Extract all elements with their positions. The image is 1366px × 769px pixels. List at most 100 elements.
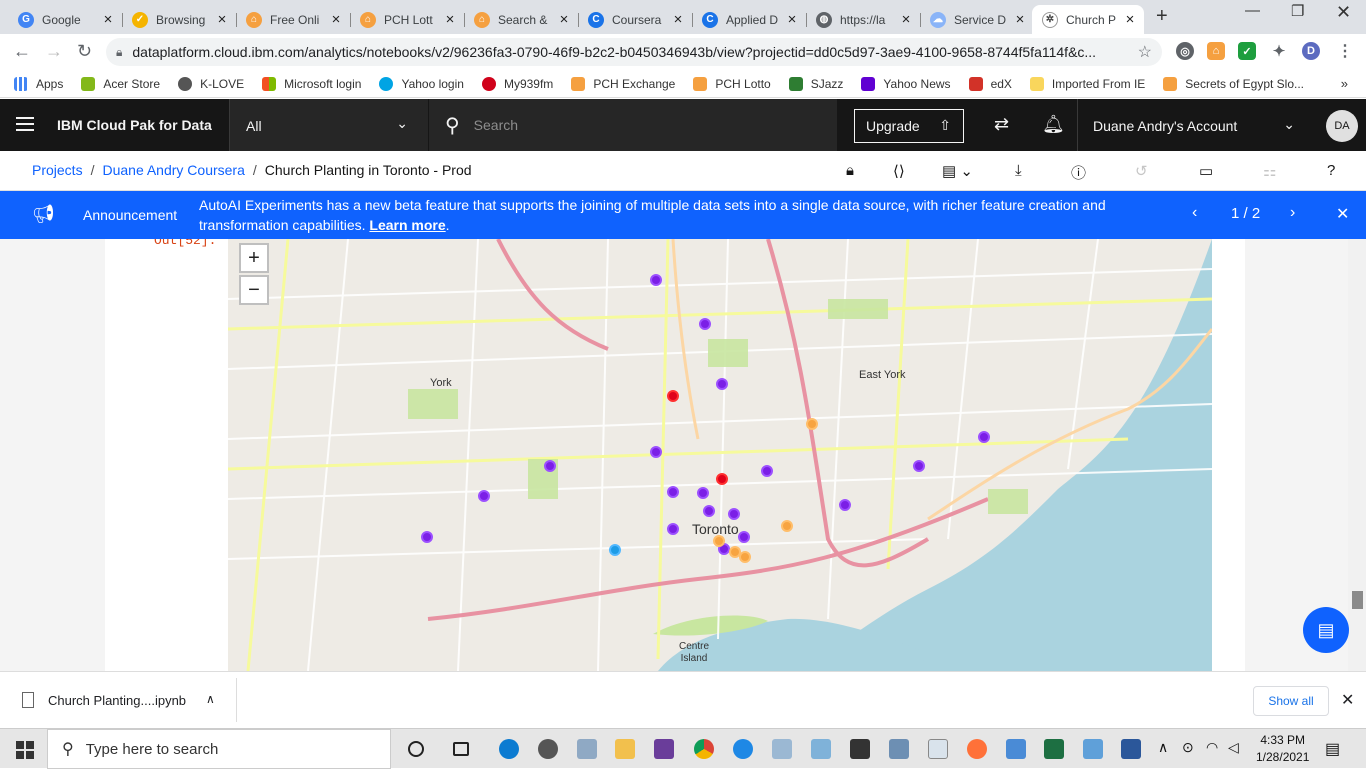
windows-start-icon[interactable] xyxy=(16,741,34,759)
data-assets-icon[interactable]: ⚏ xyxy=(1263,162,1276,180)
info-icon[interactable]: ⓘ xyxy=(1071,162,1086,183)
app-icon[interactable] xyxy=(1006,739,1026,759)
edge-icon[interactable] xyxy=(499,739,519,759)
bookmark-yahoo-news[interactable]: Yahoo News xyxy=(861,76,951,91)
header-search-input[interactable]: ⚲ Search xyxy=(429,99,837,151)
new-tab-button[interactable]: + xyxy=(1156,5,1168,28)
extension-icon[interactable]: ◎ xyxy=(1176,42,1194,60)
tab-coursera[interactable]: C Coursera × xyxy=(578,5,692,34)
tab-browsing[interactable]: ✓ Browsing × xyxy=(122,5,236,34)
close-icon[interactable]: × xyxy=(100,11,116,28)
taskbar-clock[interactable]: 4:33 PM 1/28/2021 xyxy=(1256,732,1309,766)
back-button[interactable]: ← xyxy=(13,41,31,62)
cortana-icon[interactable] xyxy=(408,741,424,757)
bookmark-pch-exchange[interactable]: PCH Exchange xyxy=(571,76,675,91)
puzzle-icon[interactable]: ✦ xyxy=(1270,42,1288,60)
notifications-icon[interactable]: ▤ xyxy=(1325,739,1340,759)
file-explorer-icon[interactable] xyxy=(615,739,635,759)
app-icon[interactable] xyxy=(889,739,909,759)
word-icon[interactable] xyxy=(1121,739,1141,759)
notification-bell-icon[interactable]: 🔔︎ xyxy=(1042,114,1065,135)
tab-service[interactable]: ☁ Service D × xyxy=(920,5,1034,34)
menu-icon[interactable]: ⋮ xyxy=(1336,42,1354,60)
wifi-icon[interactable]: ◠ xyxy=(1206,739,1218,756)
bookmark-acer[interactable]: Acer Store xyxy=(81,76,160,91)
close-icon[interactable]: × xyxy=(1012,11,1028,28)
user-avatar[interactable]: DA xyxy=(1326,110,1358,142)
account-switcher[interactable]: Duane Andry's Account ⌄ xyxy=(1077,99,1313,151)
bookmark-imported[interactable]: Imported From IE xyxy=(1029,76,1145,91)
address-bar[interactable]: 🔒︎ dataplatform.cloud.ibm.com/analytics/… xyxy=(106,38,1162,66)
upgrade-button[interactable]: Upgrade ⇧ xyxy=(854,109,964,143)
tab-search[interactable]: ⌂ Search & × xyxy=(464,5,578,34)
download-item[interactable]: Church Planting....ipynb xyxy=(22,692,186,708)
tab-google[interactable]: G Google × xyxy=(8,5,122,34)
excel-icon[interactable] xyxy=(1044,739,1064,759)
app-icon[interactable] xyxy=(1083,739,1103,759)
chevron-up-icon[interactable]: ∧ xyxy=(206,692,215,706)
bookmark-sjazz[interactable]: SJazz xyxy=(788,76,843,91)
check-extension-icon[interactable]: ✓ xyxy=(1238,42,1256,60)
tab-applied[interactable]: C Applied D × xyxy=(692,5,806,34)
zoom-in-button[interactable]: + xyxy=(239,243,269,273)
signpost-icon[interactable]: ⇄ xyxy=(994,114,1009,135)
close-icon[interactable]: × xyxy=(784,11,800,28)
close-icon[interactable]: × xyxy=(670,11,686,28)
comments-icon[interactable]: ▭ xyxy=(1199,162,1213,180)
honey-extension-icon[interactable]: ⌂ xyxy=(1207,42,1225,60)
bookmark-yahoo-login[interactable]: Yahoo login xyxy=(379,76,464,91)
restore-button[interactable]: ❐ xyxy=(1291,2,1304,20)
share-icon[interactable]: ⟨⟩ xyxy=(893,162,905,180)
bookmark-my939fm[interactable]: My939fm xyxy=(481,76,553,91)
tab-https[interactable]: ◍ https://la × xyxy=(806,5,920,34)
close-icon[interactable]: ✕ xyxy=(1341,690,1354,710)
tab-free-online[interactable]: ⌂ Free Onli × xyxy=(236,5,350,34)
search-scope-dropdown[interactable]: All ⌄ xyxy=(229,99,428,151)
learn-more-link[interactable]: Learn more xyxy=(369,217,445,233)
chevron-right-icon[interactable]: › xyxy=(1290,204,1295,222)
settings-icon[interactable] xyxy=(538,739,558,759)
page-scrollbar[interactable] xyxy=(1348,239,1366,671)
star-icon[interactable]: ☆ xyxy=(1138,42,1152,62)
network-icon[interactable]: ⊙ xyxy=(1182,739,1194,756)
close-icon[interactable]: × xyxy=(328,11,344,28)
bookmark-pch-lotto[interactable]: PCH Lotto xyxy=(693,76,771,91)
zoom-out-button[interactable]: − xyxy=(239,275,269,305)
download-icon[interactable]: ⤓ xyxy=(1015,162,1022,179)
tab-pch-lotto[interactable]: ⌂ PCH Lott × xyxy=(350,5,464,34)
taskbar-search-input[interactable]: ⚲ Type here to search xyxy=(47,729,391,769)
profile-avatar[interactable]: D xyxy=(1302,42,1320,60)
reload-button[interactable]: ↻ xyxy=(77,41,92,62)
close-icon[interactable]: × xyxy=(1122,11,1138,28)
schedule-icon[interactable]: ▤ ⌄ xyxy=(942,162,973,180)
app-icon[interactable] xyxy=(772,739,792,759)
chevron-left-icon[interactable]: ‹ xyxy=(1192,204,1197,222)
bookmark-microsoft[interactable]: Microsoft login xyxy=(262,76,361,91)
close-icon[interactable]: × xyxy=(442,11,458,28)
breadcrumb-project[interactable]: Duane Andry Coursera xyxy=(102,162,244,178)
minimize-button[interactable]: — xyxy=(1245,2,1260,19)
bookmarks-overflow-icon[interactable]: » xyxy=(1341,76,1348,91)
store-icon[interactable] xyxy=(850,739,870,759)
folium-map[interactable]: + − York East York Toronto Centre Island xyxy=(228,239,1212,671)
window-close-button[interactable]: ✕ xyxy=(1336,2,1351,23)
close-icon[interactable]: × xyxy=(556,11,572,28)
chrome-icon[interactable] xyxy=(694,739,714,759)
help-icon[interactable]: ? xyxy=(1327,162,1335,179)
task-view-icon[interactable] xyxy=(453,742,469,756)
close-icon[interactable]: × xyxy=(898,11,914,28)
bookmark-edx[interactable]: edX xyxy=(968,76,1012,91)
history-icon[interactable]: ↺ xyxy=(1135,162,1148,180)
scrollbar-thumb[interactable] xyxy=(1352,591,1363,609)
show-all-button[interactable]: Show all xyxy=(1253,686,1329,716)
hamburger-menu-icon[interactable] xyxy=(16,117,34,135)
forward-button[interactable]: → xyxy=(45,41,63,62)
breadcrumb-projects[interactable]: Projects xyxy=(32,162,83,178)
bookmark-apps[interactable]: Apps xyxy=(14,76,63,91)
close-icon[interactable]: × xyxy=(214,11,230,28)
app-icon[interactable] xyxy=(811,739,831,759)
volume-icon[interactable]: ◁ xyxy=(1228,739,1239,756)
notepad-icon[interactable] xyxy=(928,739,948,759)
app-icon[interactable] xyxy=(577,739,597,759)
internet-explorer-icon[interactable] xyxy=(733,739,753,759)
